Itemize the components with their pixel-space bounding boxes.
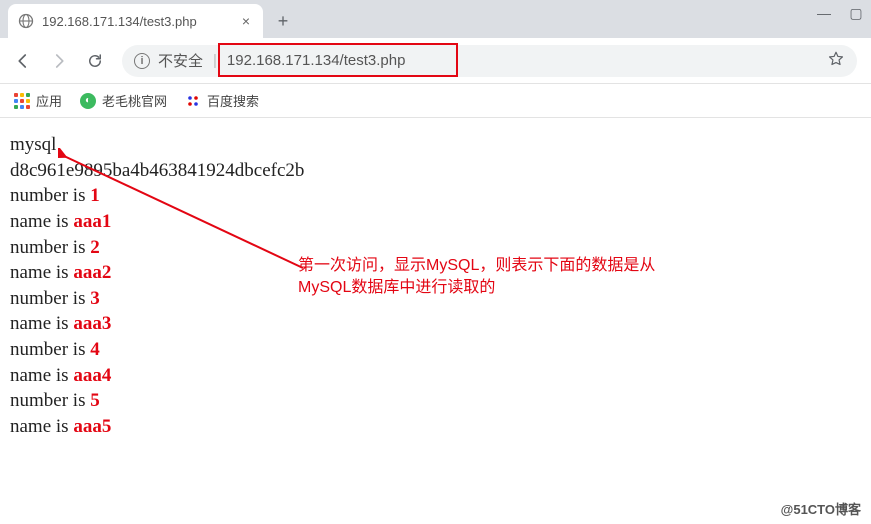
url-text: 192.168.171.134/test3.php	[227, 52, 406, 69]
window-controls: — ▢	[817, 6, 863, 20]
minimize-button[interactable]: —	[817, 6, 831, 20]
back-button[interactable]	[14, 52, 32, 70]
hash-line: d8c961e9895ba4b463841924dbcefc2b	[10, 158, 861, 184]
name-row: name is aaa5	[10, 414, 861, 440]
number-row: number is 5	[10, 388, 861, 414]
new-tab-button[interactable]: +	[269, 7, 297, 35]
watermark: @51CTO博客	[781, 499, 861, 518]
address-bar[interactable]: i 不安全 | 192.168.171.134/test3.php	[122, 45, 857, 77]
apps-label: 应用	[36, 91, 62, 110]
number-row: number is 1	[10, 183, 861, 209]
annotation-line1: 第一次访问，显示MySQL，则表示下面的数据是从	[298, 255, 655, 277]
favicon-green-icon: ◐	[80, 93, 96, 109]
favicon-baidu-icon	[185, 93, 201, 109]
bookmark-label: 百度搜索	[207, 91, 259, 110]
browser-tab[interactable]: 192.168.171.134/test3.php ×	[8, 4, 263, 38]
toolbar: i 不安全 | 192.168.171.134/test3.php	[0, 38, 871, 84]
info-icon[interactable]: i	[134, 53, 150, 69]
apps-shortcut[interactable]: 应用	[14, 91, 62, 110]
bookmark-star-icon[interactable]	[827, 50, 845, 72]
globe-icon	[18, 13, 34, 29]
insecure-label: 不安全	[158, 50, 203, 71]
bookmark-baidu[interactable]: 百度搜索	[185, 91, 259, 110]
reload-button[interactable]	[86, 52, 104, 70]
annotation-text: 第一次访问，显示MySQL，则表示下面的数据是从 MySQL数据库中进行读取的	[298, 255, 655, 300]
close-tab-icon[interactable]: ×	[239, 14, 253, 28]
bookmark-laomaotao[interactable]: ◐ 老毛桃官网	[80, 91, 167, 110]
annotation-line2: MySQL数据库中进行读取的	[298, 277, 655, 299]
tab-bar: 192.168.171.134/test3.php × + — ▢	[0, 0, 871, 38]
name-row: name is aaa1	[10, 209, 861, 235]
apps-icon	[14, 93, 30, 109]
bookmarks-bar: 应用 ◐ 老毛桃官网 百度搜索	[0, 84, 871, 118]
name-row: name is aaa3	[10, 311, 861, 337]
bookmark-label: 老毛桃官网	[102, 91, 167, 110]
maximize-button[interactable]: ▢	[849, 6, 863, 20]
omnibox-separator: |	[213, 52, 217, 69]
forward-button[interactable]	[50, 52, 68, 70]
number-row: number is 4	[10, 337, 861, 363]
source-line: mysql	[10, 132, 861, 158]
name-row: name is aaa4	[10, 363, 861, 389]
tab-title: 192.168.171.134/test3.php	[42, 14, 231, 29]
